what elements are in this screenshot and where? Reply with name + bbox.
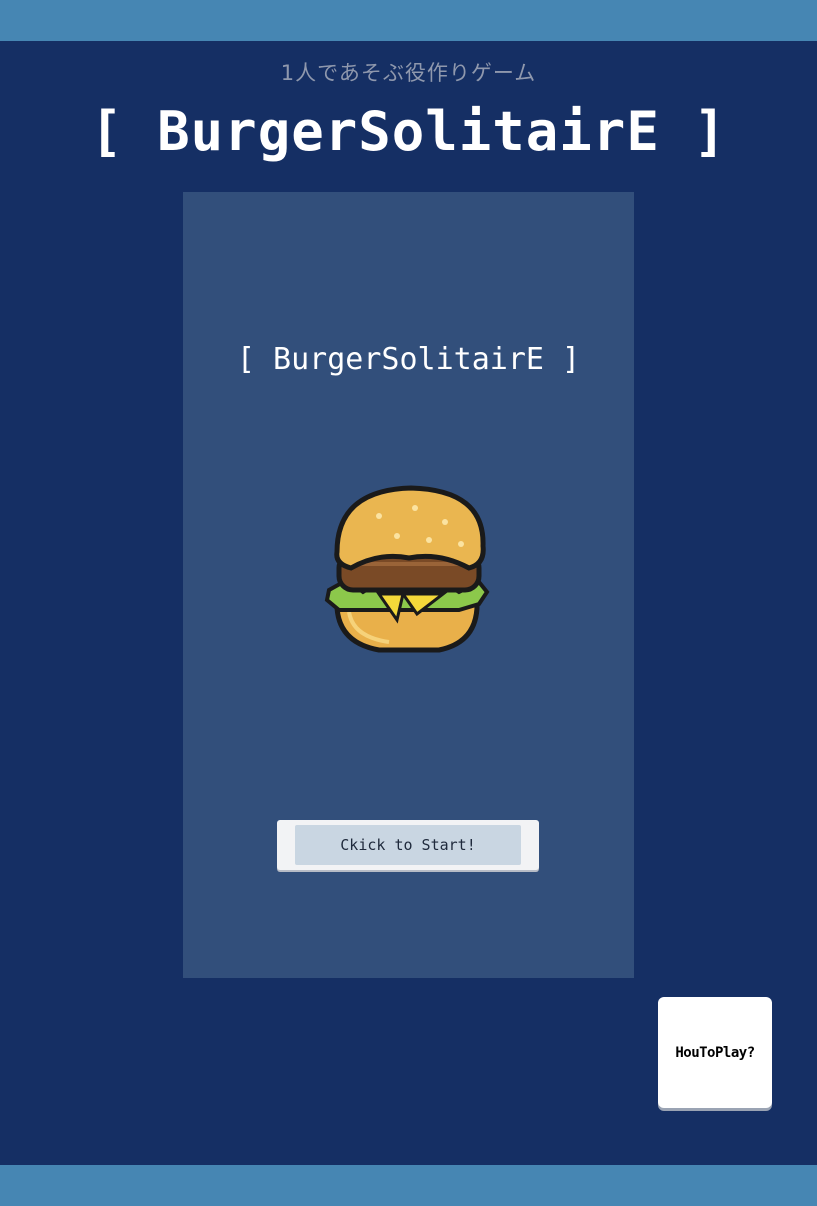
how-to-play-button[interactable]: HouToPlay? (658, 997, 772, 1108)
start-button[interactable]: Ckick to Start! (277, 820, 539, 870)
panel-title: [ BurgerSolitairE ] (236, 342, 581, 377)
game-subtitle: 1人であそぶ役作りゲーム (280, 61, 537, 85)
burger-icon (324, 485, 490, 653)
game-title: [ BurgerSolitairE ] (90, 100, 727, 163)
bottom-bar (0, 1165, 817, 1206)
top-bar (0, 0, 817, 41)
title-panel: [ BurgerSolitairE ] Ckick to Start! (183, 192, 634, 978)
start-button-label: Ckick to Start! (295, 825, 521, 865)
